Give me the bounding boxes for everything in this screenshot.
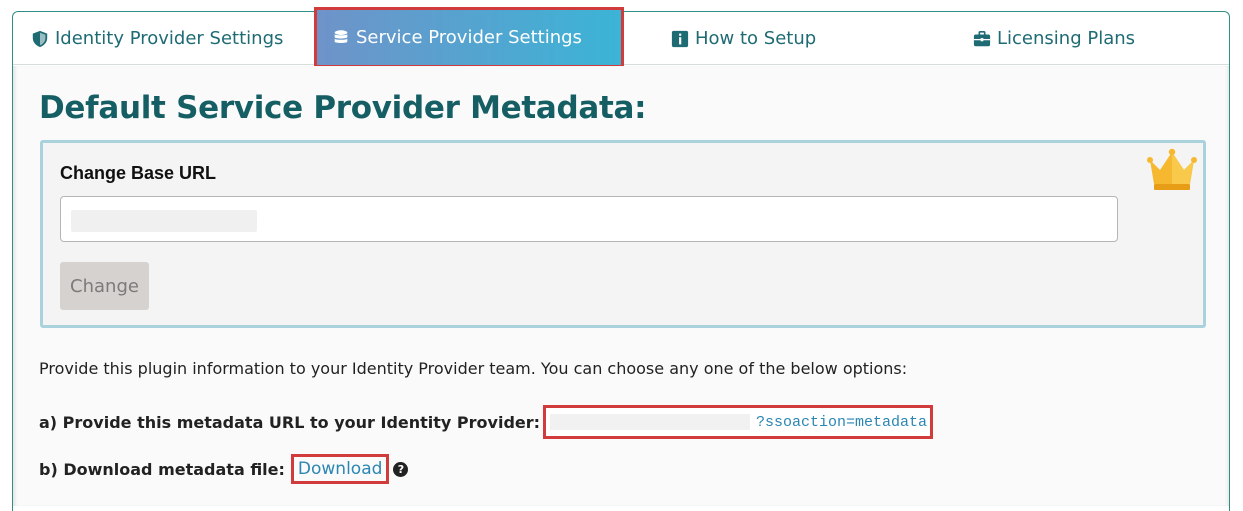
database-icon — [334, 29, 348, 43]
base-url-label: Change Base URL — [60, 163, 217, 183]
question-circle-icon[interactable]: ? — [393, 461, 409, 477]
metadata-url-label: a) Provide this metadata URL to your Ide… — [39, 412, 541, 432]
change-button[interactable]: Change — [60, 262, 149, 310]
tab-label: Identity Provider Settings — [55, 28, 284, 49]
metadata-url-box[interactable]: ?ssoaction=metadata — [543, 405, 934, 439]
instructions-text: Provide this plugin information to your … — [39, 359, 908, 378]
download-metadata-label: b) Download metadata file: — [39, 459, 285, 479]
tab-content: Default Service Provider Metadata: Chang… — [13, 66, 1229, 506]
shield-icon — [32, 30, 48, 47]
download-metadata-row: b) Download metadata file: Download ? — [39, 453, 409, 485]
redacted-url-placeholder — [71, 210, 257, 232]
metadata-url-row: a) Provide this metadata URL to your Ide… — [39, 405, 934, 439]
metadata-url-suffix: ?ssoaction=metadata — [756, 414, 928, 431]
tab-label: Licensing Plans — [997, 28, 1136, 49]
info-icon — [671, 30, 689, 47]
download-link[interactable]: Download — [290, 454, 390, 484]
change-base-url-box: Change Base URL Change — [40, 140, 1206, 328]
briefcase-icon — [973, 30, 991, 46]
tab-service-provider-settings[interactable]: Service Provider Settings — [314, 7, 624, 68]
redacted-url-prefix — [550, 414, 751, 430]
settings-panel: Identity Provider Settings Service Provi… — [12, 7, 1230, 511]
tab-label: How to Setup — [695, 28, 817, 49]
page-title: Default Service Provider Metadata: — [39, 90, 647, 126]
tab-identity-provider-settings[interactable]: Identity Provider Settings — [31, 12, 283, 65]
tab-licensing-plans[interactable]: Licensing Plans — [973, 12, 1135, 65]
tab-label: Service Provider Settings — [356, 27, 582, 48]
crown-icon — [1147, 148, 1197, 190]
tab-how-to-setup[interactable]: How to Setup — [671, 12, 816, 65]
tab-bar: Identity Provider Settings Service Provi… — [13, 7, 1229, 68]
